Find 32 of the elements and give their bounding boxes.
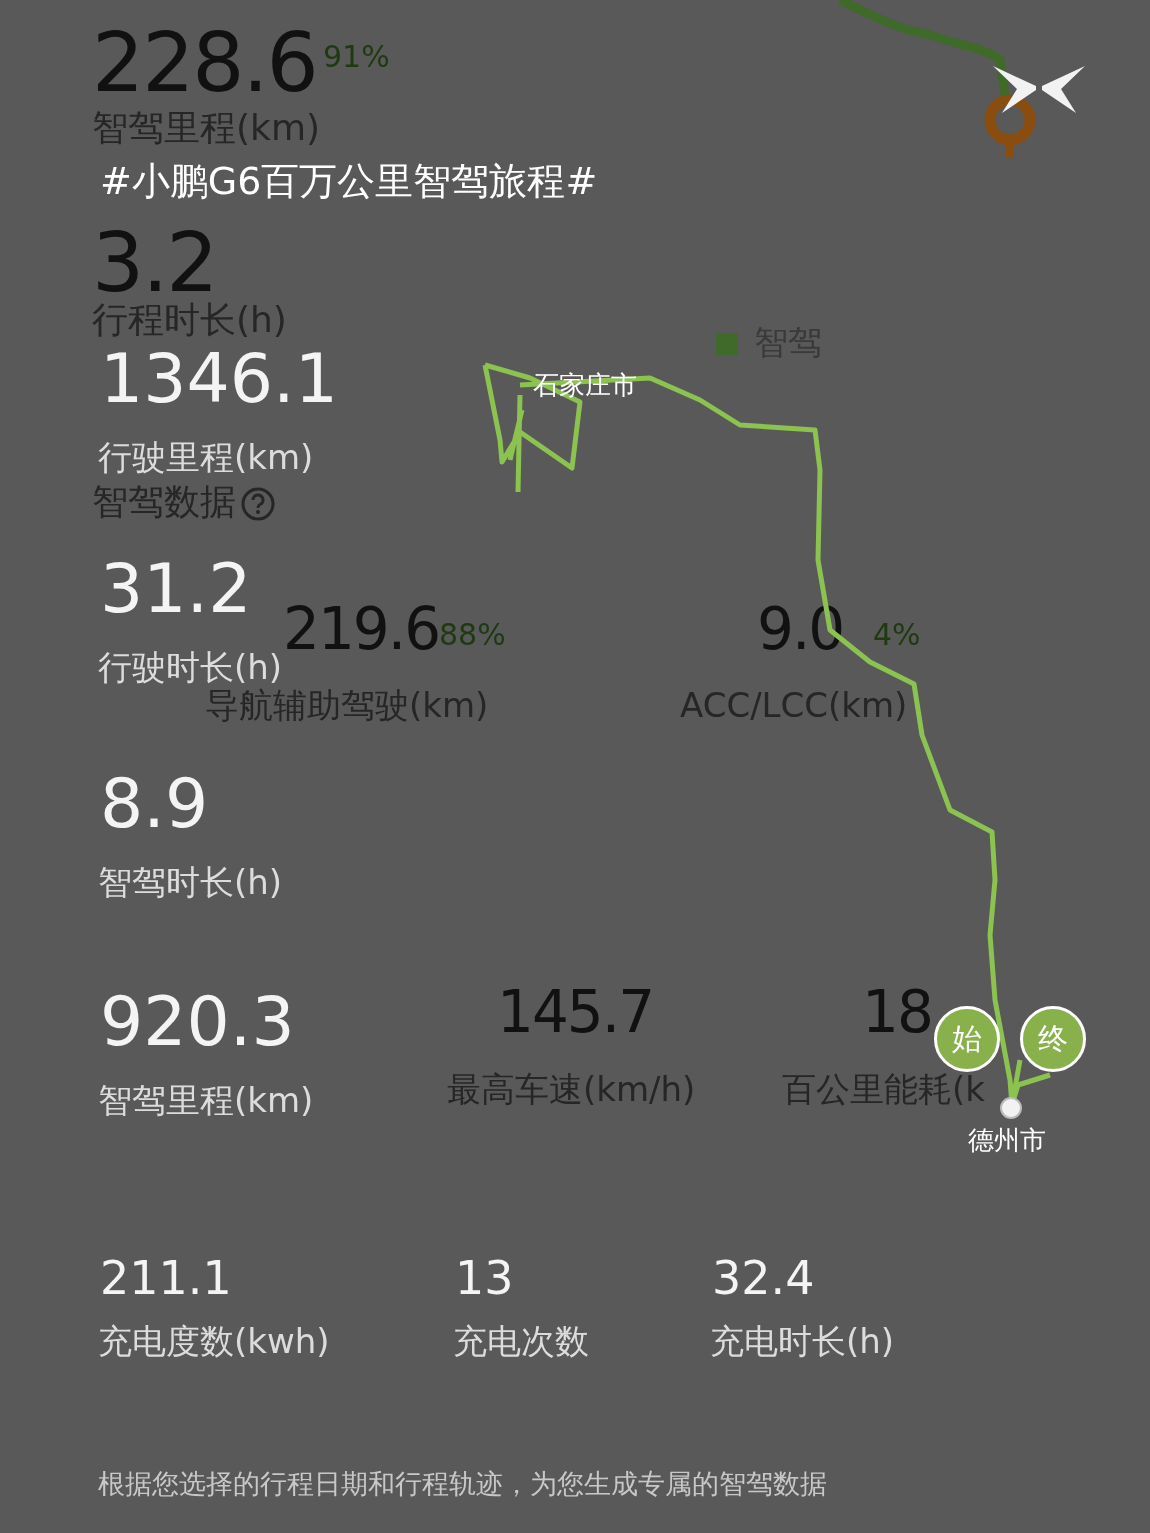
stat-value: 145.7	[497, 983, 654, 1041]
percent-label: 4%	[872, 618, 922, 652]
help-icon[interactable]	[240, 486, 276, 522]
stat-value: 211.1	[100, 1255, 232, 1301]
start-marker: 始	[934, 1006, 1000, 1072]
footer-note: 根据您选择的行程日期和行程轨迹，为您生成专属的智驾数据	[98, 1470, 827, 1497]
percent-label: 88%	[438, 618, 507, 652]
stat-value: 1346.1	[100, 345, 338, 413]
stat-value: 31.2	[100, 555, 252, 623]
stat-value: 18	[862, 983, 932, 1041]
stat-label: 行驶时长(h)	[98, 650, 283, 684]
location-pin-icon	[984, 94, 1036, 158]
city-dot	[1000, 1097, 1022, 1119]
percent-label: 91%	[322, 40, 391, 74]
city-label: 德州市	[968, 1127, 1046, 1153]
stat-label: 充电度数(kwh)	[98, 1324, 330, 1358]
stat-label: 充电时长(h)	[710, 1324, 895, 1358]
hashtag-title: #小鹏G6百万公里智驾旅程#	[100, 162, 598, 200]
stat-value: 228.6	[92, 22, 317, 104]
stat-value: 32.4	[712, 1255, 815, 1301]
stat-value: 920.3	[100, 988, 295, 1056]
stat-label: 行驶里程(km)	[98, 440, 314, 474]
stat-value: 8.9	[100, 770, 209, 838]
logo-icon	[993, 66, 1085, 113]
stat-label: 充电次数	[453, 1324, 589, 1358]
stat-value: 3.2	[92, 222, 217, 304]
end-marker: 终	[1020, 1006, 1086, 1072]
stat-label: 智驾里程(km)	[98, 1083, 314, 1117]
stat-label: 智驾时长(h)	[98, 865, 283, 899]
stat-value: 13	[455, 1255, 514, 1301]
stat-value: 219.6	[283, 600, 440, 658]
stat-value: 9.0	[757, 600, 844, 658]
